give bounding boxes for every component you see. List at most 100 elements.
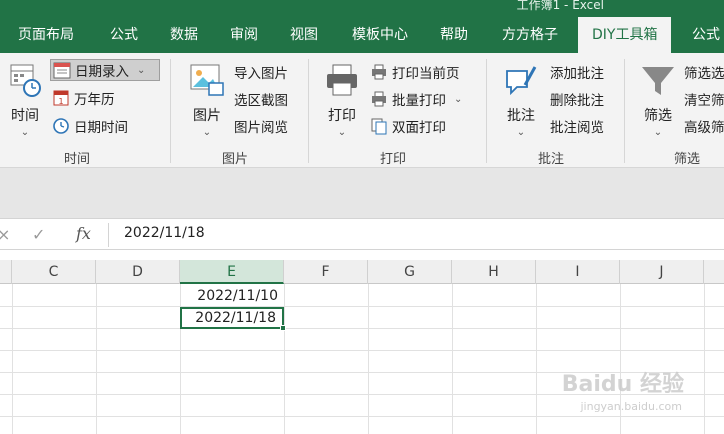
chevron-down-icon: ⌄ bbox=[653, 127, 663, 138]
calendar-button[interactable]: 1 万年历 bbox=[52, 87, 115, 109]
column-header-f[interactable]: F bbox=[284, 260, 368, 284]
clock-icon bbox=[53, 118, 69, 134]
tab-page-layout[interactable]: 页面布局 bbox=[18, 17, 74, 53]
time-button-label: 时间 bbox=[11, 108, 39, 124]
print-current-page-label: 打印当前页 bbox=[392, 66, 460, 82]
chevron-down-icon: ⌄ bbox=[202, 127, 212, 138]
duplex-print-button[interactable]: 双面打印 bbox=[370, 115, 446, 137]
tab-template-center[interactable]: 模板中心 bbox=[352, 17, 408, 53]
window-title: 工作簿1 - Excel bbox=[516, 0, 604, 12]
chevron-down-icon: ⌄ bbox=[454, 93, 463, 105]
column-header-overflow bbox=[704, 260, 724, 284]
ribbon-tabs: 页面布局 公式 数据 审阅 视图 模板中心 帮助 方方格子 DIY工具箱 公式 bbox=[0, 17, 724, 53]
advanced-filter-button[interactable]: 高级筛 bbox=[684, 115, 724, 137]
column-header-h[interactable]: H bbox=[452, 260, 536, 284]
tab-view[interactable]: 视图 bbox=[290, 17, 318, 53]
calendar-icon bbox=[53, 62, 71, 79]
column-header-row: C D E F G H I J bbox=[0, 260, 724, 284]
print-button[interactable]: 打印 ⌄ bbox=[322, 61, 362, 138]
comment-button-label: 批注 bbox=[507, 108, 535, 124]
confirm-icon[interactable]: ✓ bbox=[32, 225, 45, 244]
picture-browse-label: 图片阅览 bbox=[234, 120, 288, 136]
corner-stub bbox=[0, 260, 12, 284]
tab-diy-toolbox[interactable]: DIY工具箱 bbox=[578, 17, 672, 53]
fill-handle[interactable] bbox=[280, 325, 286, 331]
advanced-filter-label: 高级筛 bbox=[684, 120, 724, 136]
column-header-c[interactable]: C bbox=[12, 260, 96, 284]
svg-text:1: 1 bbox=[58, 97, 63, 106]
tab-formulas-2[interactable]: 公式 bbox=[692, 17, 720, 53]
import-picture-button[interactable]: 导入图片 bbox=[234, 61, 288, 83]
import-picture-label: 导入图片 bbox=[234, 66, 288, 82]
tab-fangfang-gezi[interactable]: 方方格子 bbox=[502, 17, 558, 53]
chevron-down-icon: ⌄ bbox=[137, 64, 146, 76]
printer-icon bbox=[372, 64, 386, 80]
date-entry-button[interactable]: 日期录入 ⌄ bbox=[50, 59, 160, 81]
filter-select-button[interactable]: 筛选选 bbox=[684, 61, 724, 83]
column-header-j[interactable]: J bbox=[620, 260, 704, 284]
print-group-label: 打印 bbox=[380, 152, 407, 167]
formula-input[interactable]: 2022/11/18 bbox=[124, 225, 205, 241]
filter-button-label: 筛选 bbox=[644, 108, 672, 124]
column-header-i[interactable]: I bbox=[536, 260, 620, 284]
excel-window: 工作簿1 - Excel 页面布局 公式 数据 审阅 视图 模板中心 帮助 方方… bbox=[0, 0, 724, 434]
formula-divider bbox=[108, 223, 109, 247]
picture-icon bbox=[190, 64, 224, 96]
cell-e-row1[interactable]: 2022/11/10 bbox=[180, 285, 284, 307]
ribbon-spacer bbox=[0, 168, 724, 218]
insert-function-icon[interactable]: fx bbox=[76, 224, 91, 243]
clear-filter-button[interactable]: 清空筛 bbox=[684, 88, 724, 110]
chevron-down-icon: ⌄ bbox=[337, 127, 347, 138]
group-divider bbox=[170, 59, 171, 163]
group-divider bbox=[308, 59, 309, 163]
tab-formulas[interactable]: 公式 bbox=[110, 17, 138, 53]
filter-group-label: 筛选 bbox=[674, 152, 701, 167]
batch-printer-icon bbox=[372, 91, 386, 107]
tab-data[interactable]: 数据 bbox=[170, 17, 198, 53]
time-group-label: 时间 bbox=[64, 152, 91, 167]
chevron-down-icon: ⌄ bbox=[516, 127, 526, 138]
funnel-icon bbox=[642, 67, 674, 95]
cancel-icon[interactable]: × bbox=[0, 225, 10, 244]
clear-filter-label: 清空筛 bbox=[684, 93, 724, 109]
add-comment-button[interactable]: 添加批注 bbox=[550, 61, 604, 83]
date-time-label: 日期时间 bbox=[74, 120, 128, 136]
gridline bbox=[0, 350, 724, 351]
picture-group-label: 图片 bbox=[222, 152, 249, 167]
tab-help[interactable]: 帮助 bbox=[440, 17, 468, 53]
column-header-g[interactable]: G bbox=[368, 260, 452, 284]
picture-button-label: 图片 bbox=[193, 108, 221, 124]
picture-button[interactable]: 图片 ⌄ bbox=[186, 61, 228, 138]
delete-comment-label: 删除批注 bbox=[550, 93, 604, 109]
duplex-pages-icon bbox=[371, 118, 387, 135]
picture-browse-button[interactable]: 图片阅览 bbox=[234, 115, 288, 137]
column-header-d[interactable]: D bbox=[96, 260, 180, 284]
watermark-logo: Baidu 经验 bbox=[561, 372, 684, 397]
delete-comment-button[interactable]: 删除批注 bbox=[550, 88, 604, 110]
region-screenshot-button[interactable]: 选区截图 bbox=[234, 88, 288, 110]
perpetual-calendar-icon: 1 bbox=[53, 90, 69, 106]
region-screenshot-label: 选区截图 bbox=[234, 93, 288, 109]
group-divider bbox=[624, 59, 625, 163]
column-header-e[interactable]: E bbox=[180, 260, 284, 284]
filter-button[interactable]: 筛选 ⌄ bbox=[636, 61, 680, 138]
title-bar: 工作簿1 - Excel bbox=[0, 0, 724, 17]
comment-browse-label: 批注阅览 bbox=[550, 120, 604, 136]
comment-button[interactable]: 批注 ⌄ bbox=[500, 61, 542, 138]
calendar-label: 万年历 bbox=[74, 92, 115, 108]
chevron-down-icon: ⌄ bbox=[20, 127, 30, 138]
ribbon: 时间 ⌄ 日期录入 ⌄ 1 万年历 日期时间 时间 图片 ⌄ 导入图片 选区截图… bbox=[0, 53, 724, 168]
group-divider bbox=[486, 59, 487, 163]
batch-print-label: 批量打印 bbox=[392, 93, 446, 109]
active-cell-e-row2[interactable]: 2022/11/18 bbox=[180, 307, 284, 329]
print-current-page-button[interactable]: 打印当前页 bbox=[370, 61, 460, 83]
tab-review[interactable]: 审阅 bbox=[230, 17, 258, 53]
batch-print-button[interactable]: 批量打印 ⌄ bbox=[370, 88, 462, 110]
add-comment-label: 添加批注 bbox=[550, 66, 604, 82]
pen-comment-icon bbox=[506, 66, 537, 96]
time-button[interactable]: 时间 ⌄ bbox=[6, 61, 44, 138]
comment-browse-button[interactable]: 批注阅览 bbox=[550, 115, 604, 137]
gridline bbox=[0, 416, 724, 417]
date-time-button[interactable]: 日期时间 bbox=[52, 115, 128, 137]
formula-bar: × ✓ fx 2022/11/18 bbox=[0, 218, 724, 250]
